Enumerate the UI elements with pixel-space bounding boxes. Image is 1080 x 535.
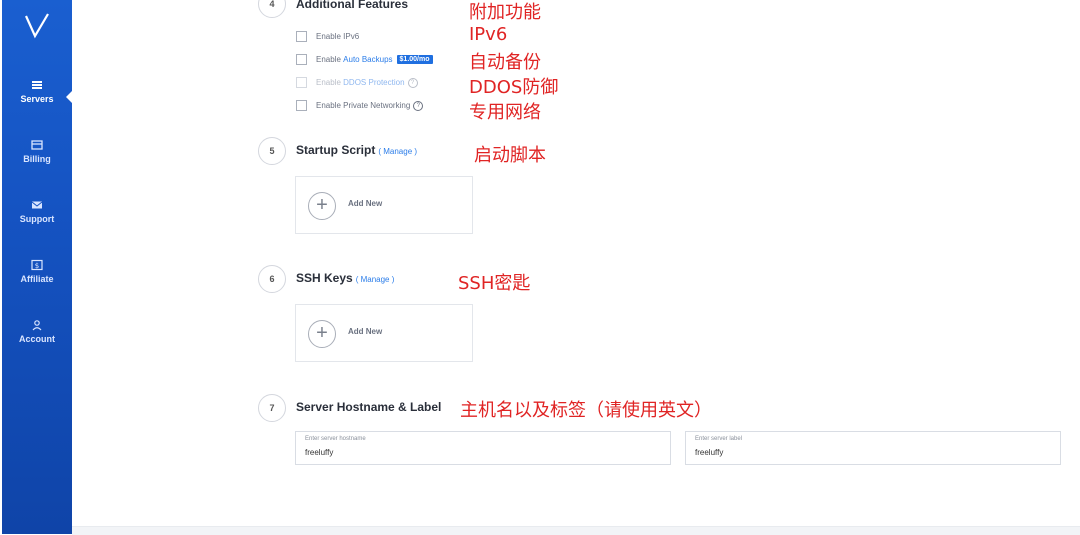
add-ssh-key-button[interactable]: + Add New: [295, 304, 473, 362]
price-badge: $1.00/mo: [396, 55, 433, 64]
dollar-icon: $: [2, 258, 72, 272]
help-icon[interactable]: ?: [413, 100, 424, 111]
option-enable-auto-backups[interactable]: Enable Auto Backups $1.00/mo: [296, 54, 433, 65]
step-title-text: Startup Script: [296, 143, 376, 157]
annotation-startup-script: 启动脚本: [474, 145, 546, 166]
annotation-ssh-keys: SSH密匙: [458, 273, 531, 294]
ddos-protection-link[interactable]: DDOS Protection: [343, 78, 404, 87]
plus-icon: +: [308, 192, 336, 220]
step-title-hostname-label: Server Hostname & Label: [296, 400, 442, 414]
sidebar-item-account[interactable]: Account: [2, 318, 72, 344]
step-title-startup-script: Startup Script( Manage ): [296, 143, 417, 157]
label-placeholder: Enter server label: [695, 436, 743, 442]
add-new-label: Add New: [348, 327, 383, 336]
manage-startup-link[interactable]: ( Manage ): [378, 147, 417, 156]
user-icon: [2, 318, 72, 332]
annotation-additional-features: 附加功能: [469, 2, 541, 23]
add-new-label: Add New: [348, 199, 383, 208]
annotation-ddos: DDOS防御: [469, 77, 559, 98]
sidebar-item-label: Support: [19, 214, 55, 224]
vultr-logo-icon: [24, 13, 49, 39]
manage-ssh-link[interactable]: ( Manage ): [356, 275, 395, 284]
option-enable-ipv6[interactable]: Enable IPv6: [296, 31, 359, 42]
sidebar-item-label: Servers: [20, 94, 54, 104]
annotation-ipv6: IPv6: [469, 24, 508, 45]
step-number: 6: [258, 265, 286, 293]
sidebar-item-billing[interactable]: Billing: [2, 138, 72, 164]
servers-icon: [2, 78, 72, 92]
add-startup-script-button[interactable]: + Add New: [295, 176, 473, 234]
sidebar-item-label: Billing: [23, 154, 51, 164]
option-label: Enable Private Networking: [316, 101, 411, 110]
option-enable-ddos-protection: Enable DDOS Protection ?: [296, 77, 418, 88]
label-value: freeluffy: [695, 448, 724, 457]
hostname-placeholder: Enter server hostname: [305, 436, 366, 442]
sidebar-item-label: Account: [19, 334, 55, 344]
help-icon[interactable]: ?: [407, 77, 418, 88]
billing-icon: [2, 138, 72, 152]
step-title-ssh-keys: SSH Keys( Manage ): [296, 271, 394, 285]
server-hostname-field[interactable]: Enter server hostname freeluffy: [295, 431, 671, 465]
checkbox[interactable]: [296, 54, 307, 65]
sidebar-item-label: Affiliate: [20, 274, 54, 284]
option-label: Enable IPv6: [316, 32, 360, 41]
annotation-hostname: 主机名以及标签（请使用英文）: [460, 400, 712, 421]
auto-backups-link[interactable]: Auto Backups: [343, 55, 392, 64]
checkbox: [296, 77, 307, 88]
sidebar-item-support[interactable]: Support: [2, 198, 72, 224]
server-label-field[interactable]: Enter server label freeluffy: [685, 431, 1061, 465]
active-indicator: [66, 91, 72, 103]
checkbox[interactable]: [296, 31, 307, 42]
step-number: 5: [258, 137, 286, 165]
option-label-prefix: Enable: [316, 78, 341, 87]
sidebar: Servers Billing Support $ Affiliate Acco…: [2, 0, 72, 534]
logo[interactable]: [2, 10, 72, 54]
annotation-auto-backups: 自动备份: [469, 52, 541, 73]
option-enable-private-networking[interactable]: Enable Private Networking ?: [296, 100, 424, 111]
sidebar-item-affiliate[interactable]: $ Affiliate: [2, 258, 72, 284]
annotation-private-networking: 专用网络: [469, 102, 541, 123]
hostname-value: freeluffy: [305, 448, 334, 457]
step-number: 4: [258, 0, 286, 18]
option-label-prefix: Enable: [316, 55, 341, 64]
step-title-additional-features: Additional Features: [296, 0, 409, 11]
sidebar-item-servers[interactable]: Servers: [2, 78, 72, 104]
plus-icon: +: [308, 320, 336, 348]
step-title-text: SSH Keys: [296, 271, 353, 285]
svg-text:$: $: [35, 262, 39, 270]
checkbox[interactable]: [296, 100, 307, 111]
envelope-icon: [2, 198, 72, 212]
step-number: 7: [258, 394, 286, 422]
